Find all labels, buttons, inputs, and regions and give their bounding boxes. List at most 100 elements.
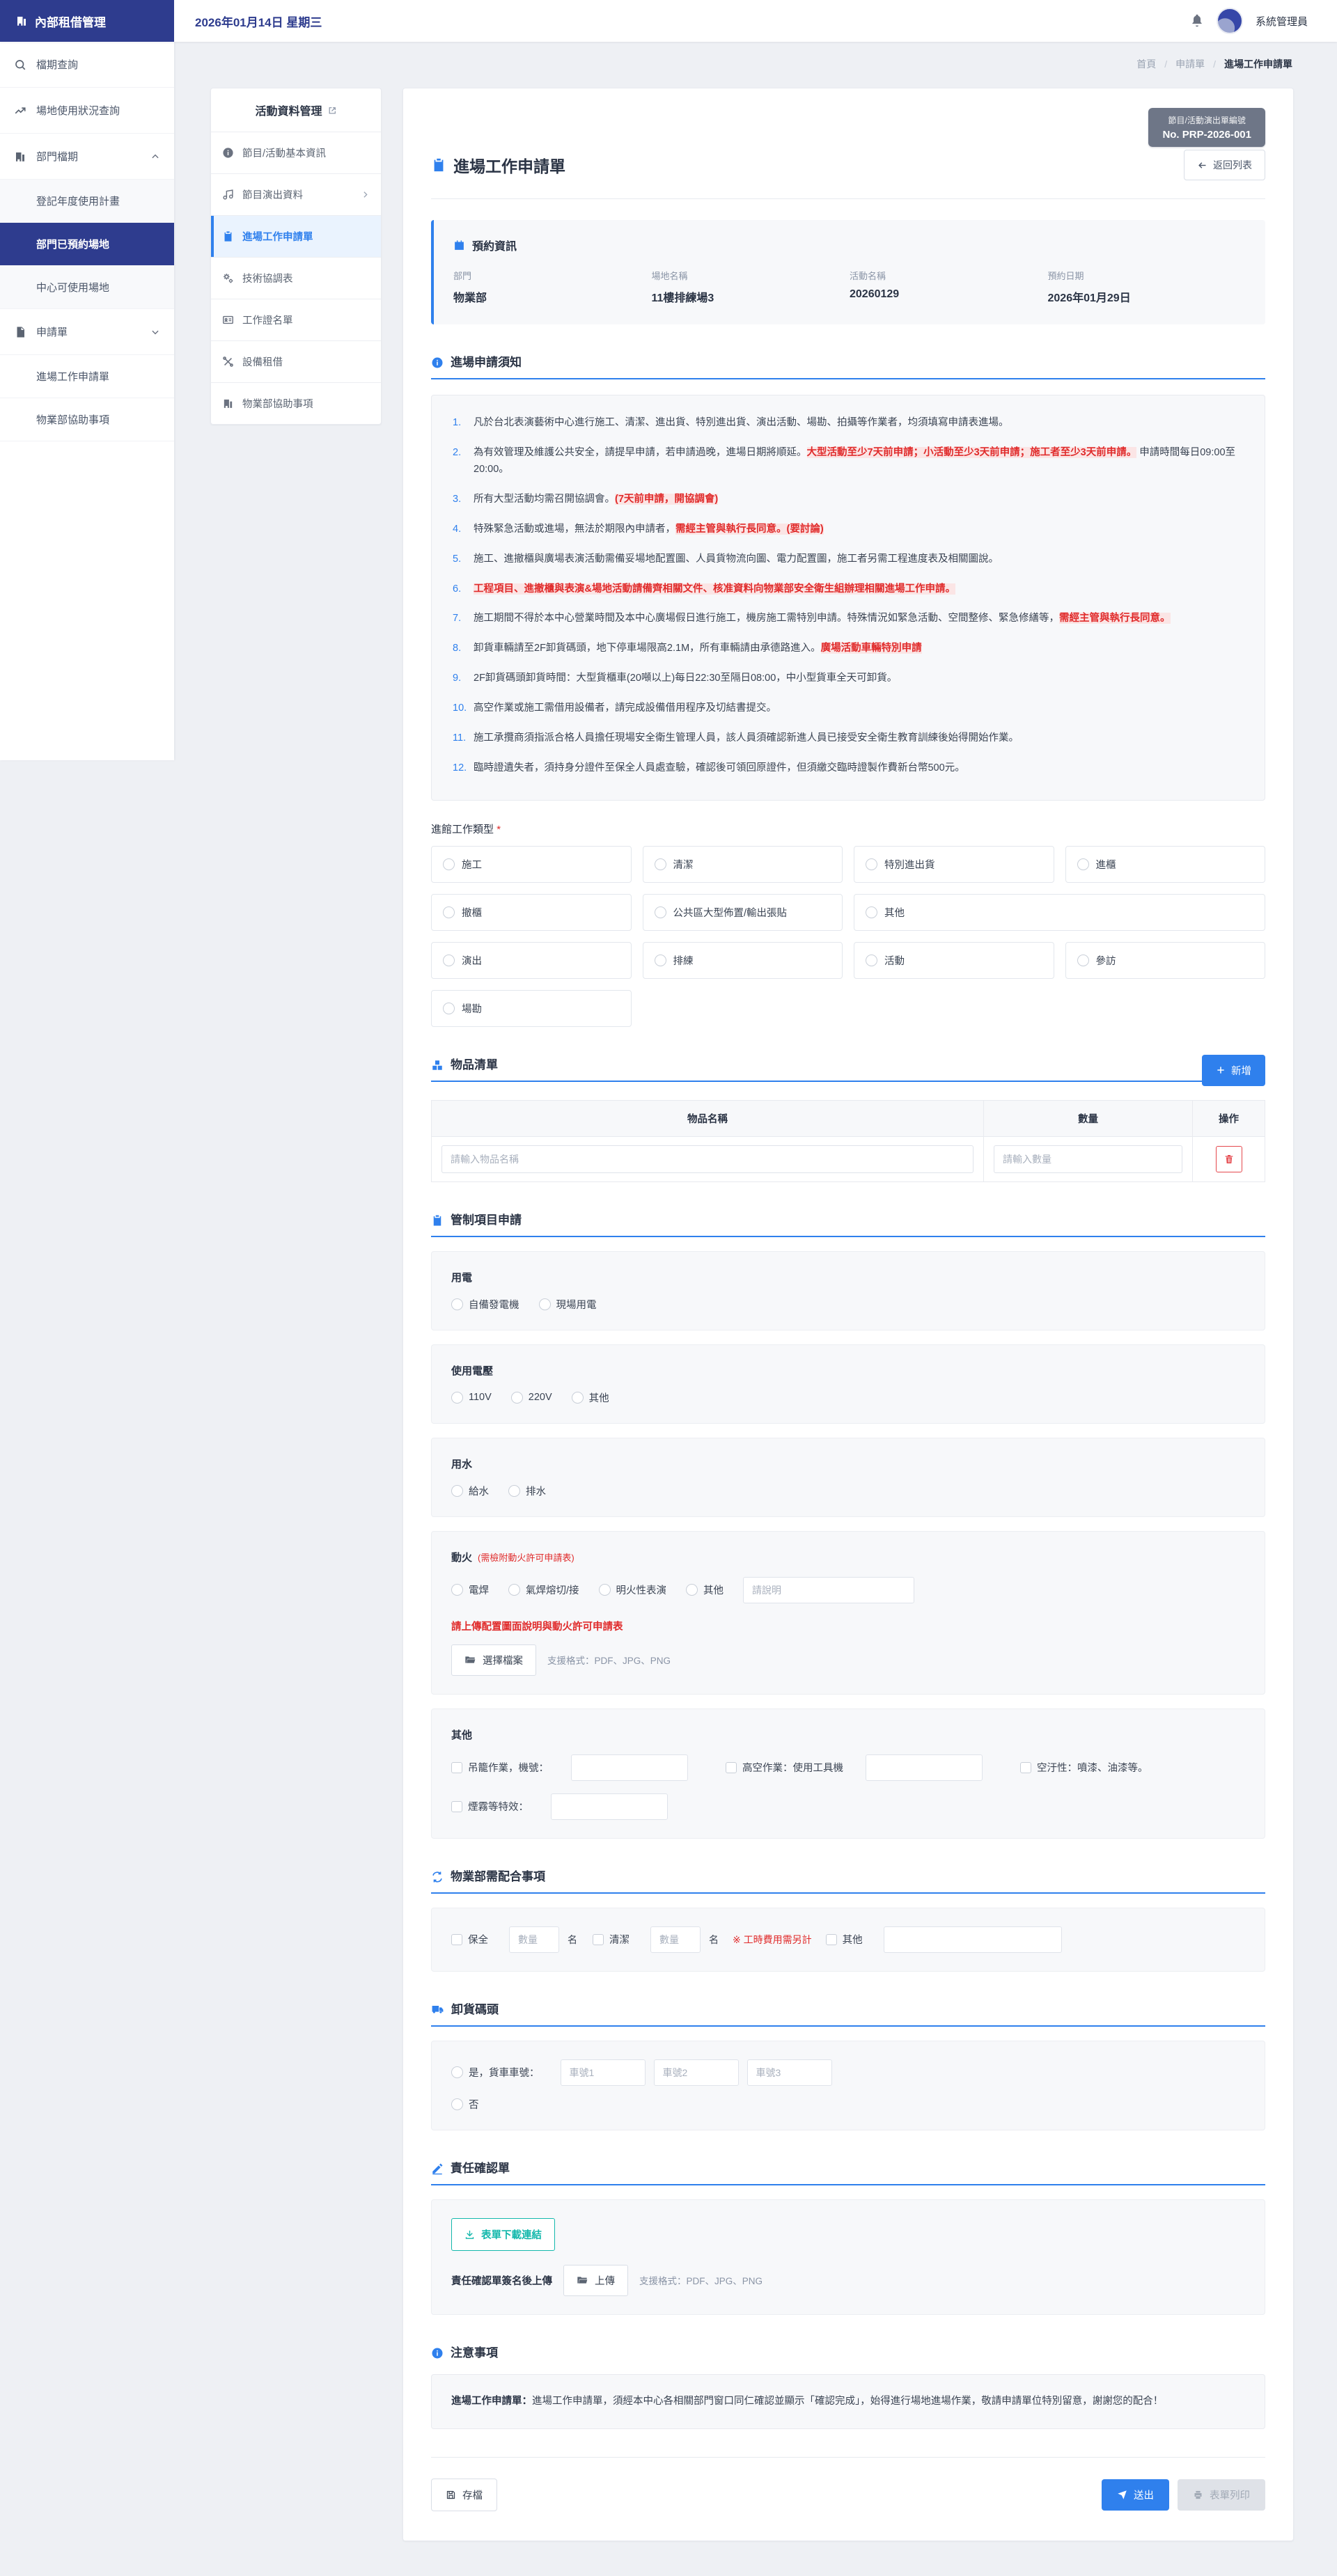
water-card: 用水 給水 排水: [431, 1438, 1265, 1517]
save-icon: [446, 2490, 456, 2500]
other-option-basket-work[interactable]: 吊籠作業，機號：: [451, 1760, 549, 1775]
back-to-list-button[interactable]: 返回列表: [1184, 150, 1265, 180]
subnav-item-tech-coordination[interactable]: 技術協調表: [211, 258, 381, 299]
radio-icon: [866, 858, 877, 870]
dock-option-no[interactable]: 否: [451, 2097, 479, 2112]
plus-icon: [1216, 1065, 1226, 1075]
add-item-button[interactable]: 新增: [1202, 1055, 1265, 1086]
voltage-option-other[interactable]: 其他: [572, 1390, 609, 1405]
choose-file-button[interactable]: 選擇檔案: [451, 1644, 536, 1676]
power-card: 用電 自備發電機 現場用電: [431, 1251, 1265, 1330]
handshake-icon: [431, 1871, 444, 1883]
items-header-name: 物品名稱: [432, 1100, 984, 1136]
submit-button[interactable]: 送出: [1102, 2479, 1169, 2511]
worktype-option-special-delivery[interactable]: 特別進出貨: [854, 846, 1054, 883]
subnav-item-performance-data[interactable]: 節目演出資料: [211, 174, 381, 216]
power-option-onsite[interactable]: 現場用電: [539, 1297, 597, 1312]
sidebar-item-reserved-venues[interactable]: 部門已預約場地: [0, 223, 174, 266]
attention-section-header: 注意事項: [431, 2343, 1265, 2360]
save-button[interactable]: 存檔: [431, 2479, 497, 2511]
breadcrumb-applications[interactable]: 申請單: [1175, 57, 1205, 71]
topbar-right: 系統管理員: [1190, 0, 1337, 42]
worktype-option-rehearsal[interactable]: 排練: [643, 942, 843, 979]
fire-option-open-flame-show[interactable]: 明火性表演: [599, 1582, 667, 1597]
subnav-item-equipment-rental[interactable]: 設備租借: [211, 341, 381, 383]
coop-option-other[interactable]: 其他: [826, 1932, 863, 1947]
notification-bell-icon[interactable]: [1190, 14, 1204, 28]
user-avatar[interactable]: [1217, 8, 1243, 34]
checkbox-icon: [451, 1762, 462, 1773]
subnav-item-work-permit-list[interactable]: 工作證名單: [211, 299, 381, 341]
other-option-air-pollution[interactable]: 空汙性：噴漆、油漆等。: [1020, 1760, 1148, 1775]
breadcrumb-home[interactable]: 首頁: [1136, 57, 1156, 71]
folder-icon: [577, 2275, 588, 2286]
dock-option-yes[interactable]: 是，貨車車號：: [451, 2065, 540, 2080]
worktype-option-move-in[interactable]: 進櫃: [1065, 846, 1266, 883]
sidebar-item-entry-work-application[interactable]: 進場工作申請單: [0, 355, 174, 398]
sidebar-item-department-schedule[interactable]: 部門檔期: [0, 134, 174, 180]
subnav-item-property-assistance[interactable]: 物業部協助事項: [211, 383, 381, 424]
notice-item: 所有大型活動均需召開協調會。(7天前申請，開協調會): [453, 492, 1244, 508]
worktype-option-visit[interactable]: 參訪: [1065, 942, 1266, 979]
upload-button[interactable]: 上傳: [563, 2265, 628, 2296]
sidebar-item-annual-plan[interactable]: 登記年度使用計畫: [0, 180, 174, 223]
sidebar-item-available-venues[interactable]: 中心可使用場地: [0, 266, 174, 309]
fire-option-other[interactable]: 其他: [686, 1582, 724, 1597]
plate-2-input[interactable]: [654, 2059, 739, 2086]
plate-1-input[interactable]: [561, 2059, 646, 2086]
dock-card: 是，貨車車號： 否: [431, 2041, 1265, 2130]
other-option-aerial-work[interactable]: 高空作業：使用工具機: [726, 1760, 843, 1775]
basket-machine-no-input[interactable]: [571, 1754, 688, 1781]
smoke-effect-input[interactable]: [551, 1793, 668, 1820]
plate-3-input[interactable]: [747, 2059, 832, 2086]
form-download-link-button[interactable]: 表單下載連結: [451, 2218, 555, 2251]
sidebar-item-property-assistance[interactable]: 物業部協助事項: [0, 398, 174, 441]
radio-icon: [655, 906, 666, 918]
fire-other-input[interactable]: [743, 1577, 914, 1603]
delete-item-button[interactable]: [1216, 1146, 1242, 1172]
fire-option-arc-welding[interactable]: 電焊: [451, 1582, 489, 1597]
worktype-option-move-out[interactable]: 撤櫃: [431, 894, 632, 931]
notice-item: 臨時證遺失者，須持身分證件至保全人員處查驗，確認後可領回原證件，但須繳交臨時證製…: [453, 760, 1244, 777]
paper-plane-icon: [1117, 2490, 1127, 2500]
worktype-option-construction[interactable]: 施工: [431, 846, 632, 883]
activity-data-nav-title[interactable]: 活動資料管理: [211, 88, 381, 132]
current-date: 2026年01月14日 星期三: [174, 0, 1190, 42]
notice-item: 高空作業或施工需借用設備者，請完成設備借用程序及切結書提交。: [453, 700, 1244, 717]
worktype-option-public-display[interactable]: 公共區大型佈置/輸出張貼: [643, 894, 843, 931]
items-header-qty: 數量: [984, 1100, 1193, 1136]
worktype-option-performance[interactable]: 演出: [431, 942, 632, 979]
worktype-option-other[interactable]: 其他: [854, 894, 1265, 931]
sidebar-item-applications[interactable]: 申請單: [0, 309, 174, 355]
water-option-supply[interactable]: 給水: [451, 1484, 489, 1498]
worktype-option-activity[interactable]: 活動: [854, 942, 1054, 979]
power-option-generator[interactable]: 自備發電機: [451, 1297, 519, 1312]
clipboard-check-icon: [431, 157, 446, 173]
radio-icon: [443, 858, 455, 870]
voltage-option-110v[interactable]: 110V: [451, 1392, 492, 1404]
calendar-icon: [453, 239, 465, 251]
cleaning-count-input[interactable]: [650, 1926, 701, 1953]
coop-option-cleaning[interactable]: 清潔: [593, 1932, 630, 1947]
worktype-option-cleaning[interactable]: 清潔: [643, 846, 843, 883]
print-button[interactable]: 表單列印: [1178, 2479, 1265, 2511]
worktype-option-site-survey[interactable]: 場勘: [431, 990, 632, 1027]
user-name: 系統管理員: [1256, 14, 1308, 29]
voltage-option-220v[interactable]: 220V: [511, 1392, 552, 1404]
other-option-smoke-effects[interactable]: 煙霧等特效：: [451, 1799, 529, 1814]
subnav-item-basic-info[interactable]: 節目/活動基本資訊: [211, 132, 381, 174]
water-option-drain[interactable]: 排水: [508, 1484, 546, 1498]
item-name-input[interactable]: [441, 1145, 974, 1173]
sidebar-item-schedule-search[interactable]: 檔期查詢: [0, 42, 174, 88]
sidebar-item-venue-usage[interactable]: 場地使用狀況查詢: [0, 88, 174, 134]
security-count-input[interactable]: [509, 1926, 559, 1953]
coop-other-input[interactable]: [884, 1926, 1062, 1953]
coop-option-security[interactable]: 保全: [451, 1932, 488, 1947]
aerial-tool-input[interactable]: [866, 1754, 983, 1781]
subnav-item-entry-work-application[interactable]: 進場工作申請單: [211, 216, 381, 258]
external-link-icon: [328, 106, 337, 115]
item-qty-input[interactable]: [994, 1145, 1182, 1173]
notice-item: 為有效管理及維護公共安全，請提早申請，若申請過晚，進場日期將順延。大型活動至少7…: [453, 445, 1244, 478]
fire-option-gas-welding[interactable]: 氣焊熔切/接: [508, 1582, 579, 1597]
fire-permit-note: (需檢附動火許可申請表): [478, 1550, 574, 1564]
